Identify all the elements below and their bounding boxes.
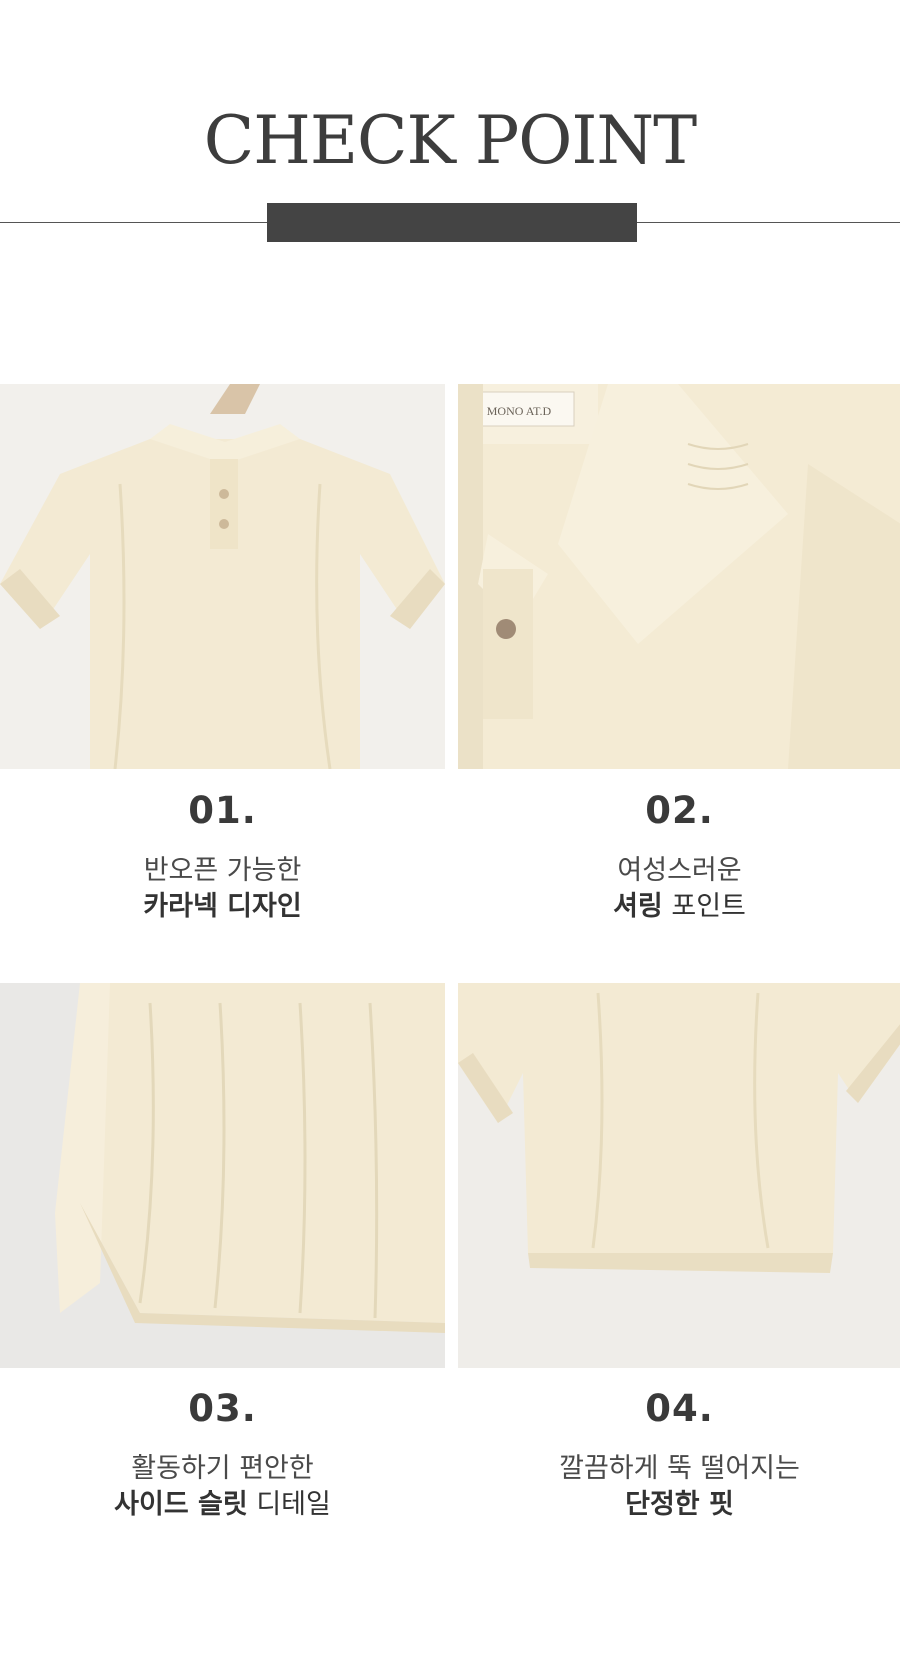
checkpoint-line2: 사이드 슬릿 디테일 — [0, 1487, 445, 1523]
checkpoint-line2-rest: 포인트 — [662, 891, 746, 922]
checkpoint-number: 01. — [188, 789, 257, 832]
page-title: CHECK POINT — [203, 102, 697, 179]
checkpoint-line1: 반오픈 가능한 — [143, 855, 302, 886]
header-accent-bar — [267, 203, 637, 242]
checkpoint-4: 04. 깔끔하게 뚝 떨어지는 단정한 핏 — [457, 1390, 900, 1523]
checkpoint-line1: 활동하기 편안한 — [131, 1453, 314, 1484]
checkpoint-1: 01. 반오픈 가능한 카라넥 디자인 — [0, 792, 445, 925]
checkpoint-line1: 여성스러운 — [617, 855, 742, 886]
brand-label-text: MONO AT.D — [487, 404, 552, 418]
photo-collar-design — [0, 384, 445, 769]
checkpoint-number: 02. — [645, 789, 714, 832]
checkpoint-line2: 카라넥 디자인 — [0, 889, 445, 925]
checkpoint-number: 03. — [188, 1387, 257, 1430]
photo-side-slit — [0, 983, 445, 1368]
checkpoint-line2-bold: 단정한 핏 — [625, 1489, 734, 1520]
checkpoint-3: 03. 활동하기 편안한 사이드 슬릿 디테일 — [0, 1390, 445, 1523]
photo-neat-fit — [457, 983, 900, 1368]
checkpoint-line2-bold: 카라넥 디자인 — [143, 891, 302, 922]
checkpoint-line2: 단정한 핏 — [457, 1487, 900, 1523]
checkpoint-line2-bold: 셔링 — [613, 891, 663, 922]
checkpoint-number: 04. — [645, 1387, 714, 1430]
checkpoint-line2: 셔링 포인트 — [457, 889, 900, 925]
checkpoint-line2-rest: 디테일 — [247, 1489, 331, 1520]
checkpoint-2: 02. 여성스러운 셔링 포인트 — [457, 792, 900, 925]
photo-shirring-detail: MONO AT.D — [457, 384, 900, 769]
checkpoint-line2-bold: 사이드 슬릿 — [114, 1489, 248, 1520]
checkpoint-line1: 깔끔하게 뚝 떨어지는 — [559, 1453, 800, 1484]
